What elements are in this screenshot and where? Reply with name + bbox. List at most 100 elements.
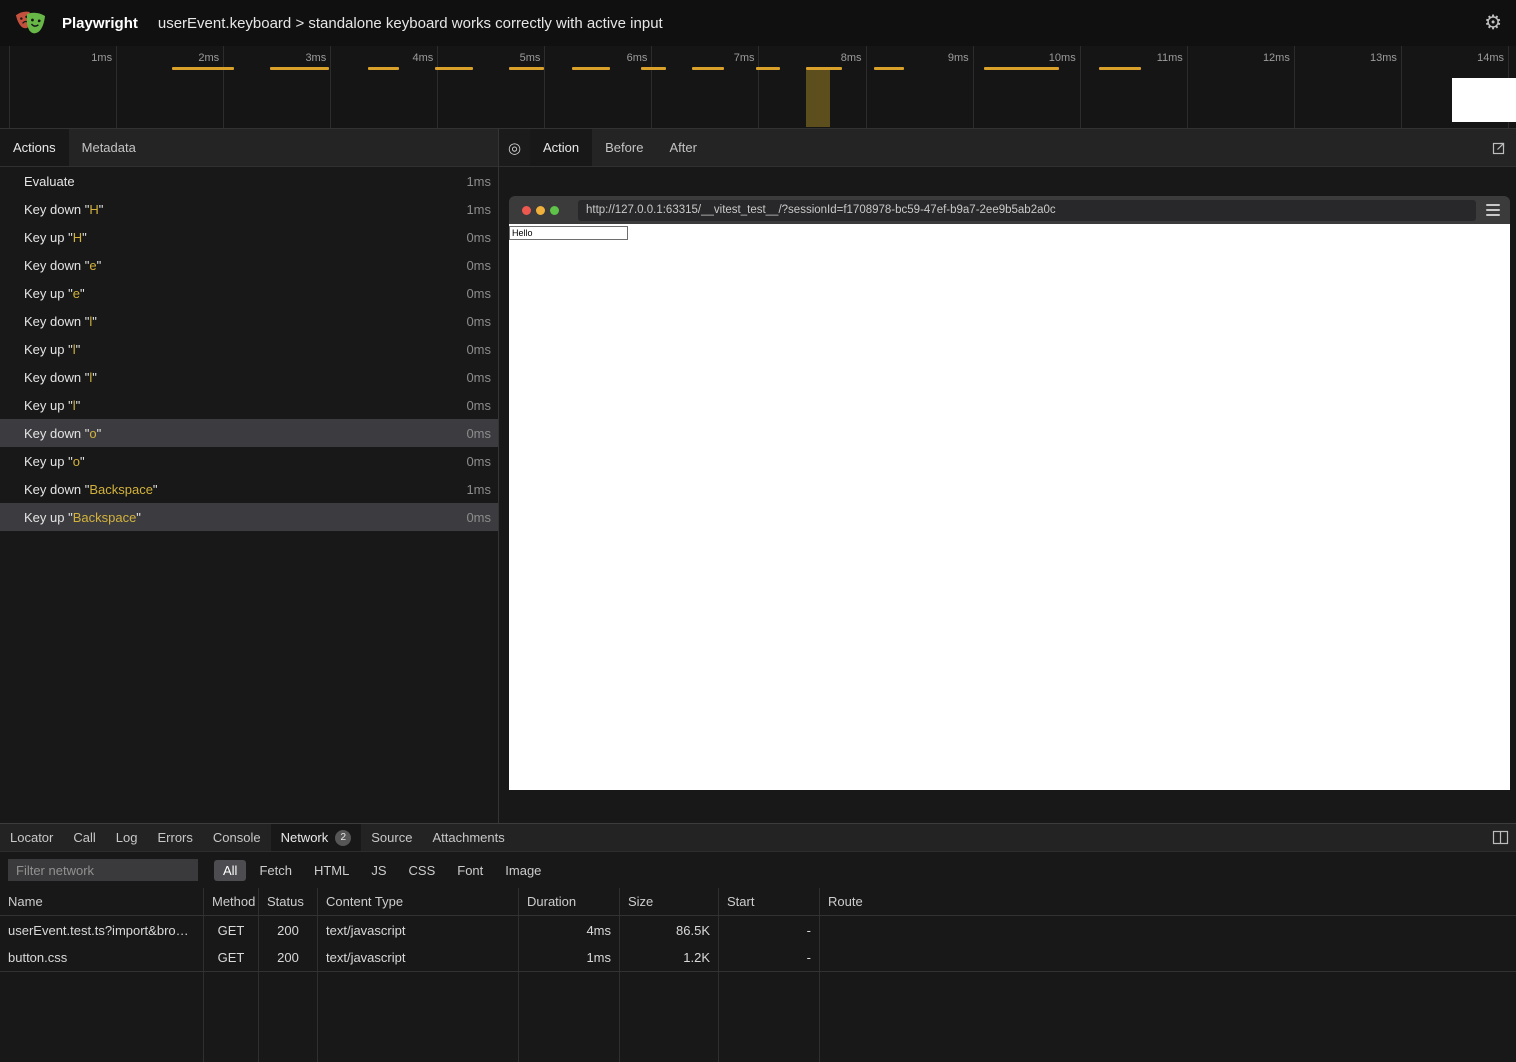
network-table: NameMethodStatusContent TypeDurationSize… (0, 888, 1516, 1062)
action-row[interactable]: Key up "l"0ms (0, 391, 498, 419)
network-cell: 200 (259, 916, 318, 944)
action-row[interactable]: Key down "H"1ms (0, 195, 498, 223)
tab-metadata[interactable]: Metadata (69, 129, 149, 166)
network-cell: - (719, 944, 820, 971)
action-row[interactable]: Key down "l"0ms (0, 307, 498, 335)
action-row[interactable]: Key up "l"0ms (0, 335, 498, 363)
action-row[interactable]: Key up "H"0ms (0, 223, 498, 251)
network-cell (820, 944, 1516, 971)
network-cell: button.css (0, 944, 204, 971)
network-cell: text/javascript (318, 944, 519, 971)
network-filler-cell (204, 972, 259, 1062)
main-split: ActionsMetadata Evaluate1msKey down "H"1… (0, 129, 1516, 823)
network-header-row: NameMethodStatusContent TypeDurationSize… (0, 888, 1516, 916)
action-row[interactable]: Key down "e"0ms (0, 251, 498, 279)
timeline-ms-label: 14ms (1477, 52, 1504, 64)
network-cell: 200 (259, 944, 318, 971)
film-strip-thumbnail (1452, 78, 1516, 122)
tab-action[interactable]: Action (530, 129, 592, 166)
action-row[interactable]: Key down "Backspace"1ms (0, 475, 498, 503)
action-key: l (73, 342, 76, 357)
timeline-action-tick (435, 67, 473, 70)
action-duration: 1ms (466, 174, 491, 189)
timeline-ms-label: 3ms (305, 52, 326, 64)
settings-gear-icon[interactable]: ⚙ (1484, 13, 1502, 33)
action-duration: 0ms (466, 286, 491, 301)
filter-chip-css[interactable]: CSS (400, 860, 445, 881)
timeline-grid-line (223, 46, 224, 128)
network-filter-input[interactable] (8, 859, 198, 881)
timeline-grid-line (1401, 46, 1402, 128)
tab-label: Errors (157, 830, 192, 845)
timeline-action-tick (641, 67, 666, 70)
network-filler-cell (620, 972, 719, 1062)
filter-chip-fetch[interactable]: Fetch (250, 860, 301, 881)
network-filler-cell (259, 972, 318, 1062)
action-row[interactable]: Key up "Backspace"0ms (0, 503, 498, 531)
action-key: o (89, 426, 96, 441)
network-count-badge: 2 (335, 830, 351, 846)
action-title: Key up "e" (24, 286, 466, 301)
timeline-grid-line (437, 46, 438, 128)
timeline-action-tick (806, 67, 842, 70)
tab-before[interactable]: Before (592, 129, 656, 166)
action-row[interactable]: Evaluate1ms (0, 167, 498, 195)
timeline-action-tick (509, 67, 544, 70)
snapshot-text-input[interactable] (509, 226, 628, 240)
action-title: Evaluate (24, 174, 466, 189)
network-row[interactable]: button.cssGET200text/javascript1ms1.2K- (0, 944, 1516, 972)
timeline-grid-line (1187, 46, 1188, 128)
timeline-grid-line (651, 46, 652, 128)
network-filler-cell (519, 972, 620, 1062)
action-row[interactable]: Key up "e"0ms (0, 279, 498, 307)
network-filler-cell (820, 972, 1516, 1062)
tab-label: Network (281, 830, 329, 845)
tab-after[interactable]: After (656, 129, 709, 166)
action-duration: 0ms (466, 370, 491, 385)
filter-chip-all[interactable]: All (214, 860, 246, 881)
tab-source[interactable]: Source (361, 824, 422, 851)
filter-chip-html[interactable]: HTML (305, 860, 358, 881)
network-cell: 1.2K (620, 944, 719, 971)
tab-call[interactable]: Call (63, 824, 105, 851)
network-cell: GET (204, 916, 259, 944)
traffic-light-green-icon (550, 206, 559, 215)
pick-locator-icon[interactable]: ◎ (499, 129, 530, 166)
timeline-ms-label: 13ms (1370, 52, 1397, 64)
timeline-action-tick (172, 67, 234, 70)
timeline-grid-line (1294, 46, 1295, 128)
column-header-start: Start (719, 888, 820, 915)
open-external-icon[interactable] (1491, 140, 1507, 156)
timeline-selected-action-bar (806, 70, 830, 127)
tab-actions[interactable]: Actions (0, 129, 69, 166)
action-duration: 0ms (466, 342, 491, 357)
timeline[interactable]: 1ms2ms3ms4ms5ms6ms7ms8ms9ms10ms11ms12ms1… (0, 46, 1516, 129)
filter-chip-font[interactable]: Font (448, 860, 492, 881)
tab-errors[interactable]: Errors (147, 824, 202, 851)
filter-chip-image[interactable]: Image (496, 860, 550, 881)
action-key: H (89, 202, 98, 217)
network-cell: text/javascript (318, 916, 519, 944)
filter-chip-js[interactable]: JS (362, 860, 395, 881)
action-key: o (73, 454, 80, 469)
tab-network[interactable]: Network 2 (271, 824, 362, 851)
tab-label: Source (371, 830, 412, 845)
tab-console[interactable]: Console (203, 824, 271, 851)
network-cell: 4ms (519, 916, 620, 944)
action-title: Key down "l" (24, 370, 466, 385)
tab-attachments[interactable]: Attachments (422, 824, 514, 851)
action-row[interactable]: Key down "o"0ms (0, 419, 498, 447)
tab-log[interactable]: Log (106, 824, 148, 851)
tab-label: Console (213, 830, 261, 845)
action-title: Key down "l" (24, 314, 466, 329)
network-row[interactable]: userEvent.test.ts?import&bro…GET200text/… (0, 916, 1516, 944)
split-view-icon[interactable] (1492, 830, 1509, 845)
tab-locator[interactable]: Locator (0, 824, 63, 851)
action-row[interactable]: Key down "l"0ms (0, 363, 498, 391)
details-panel: LocatorCall Log Errors Console Network 2 Sourc… (0, 823, 1516, 1062)
column-header-route: Route (820, 888, 1516, 915)
action-row[interactable]: Key up "o"0ms (0, 447, 498, 475)
action-title: Key up "o" (24, 454, 466, 469)
tab-label: Log (116, 830, 138, 845)
snapshot-panel: ◎ ActionBeforeAfter http://127.0.0.1:633… (499, 129, 1516, 823)
